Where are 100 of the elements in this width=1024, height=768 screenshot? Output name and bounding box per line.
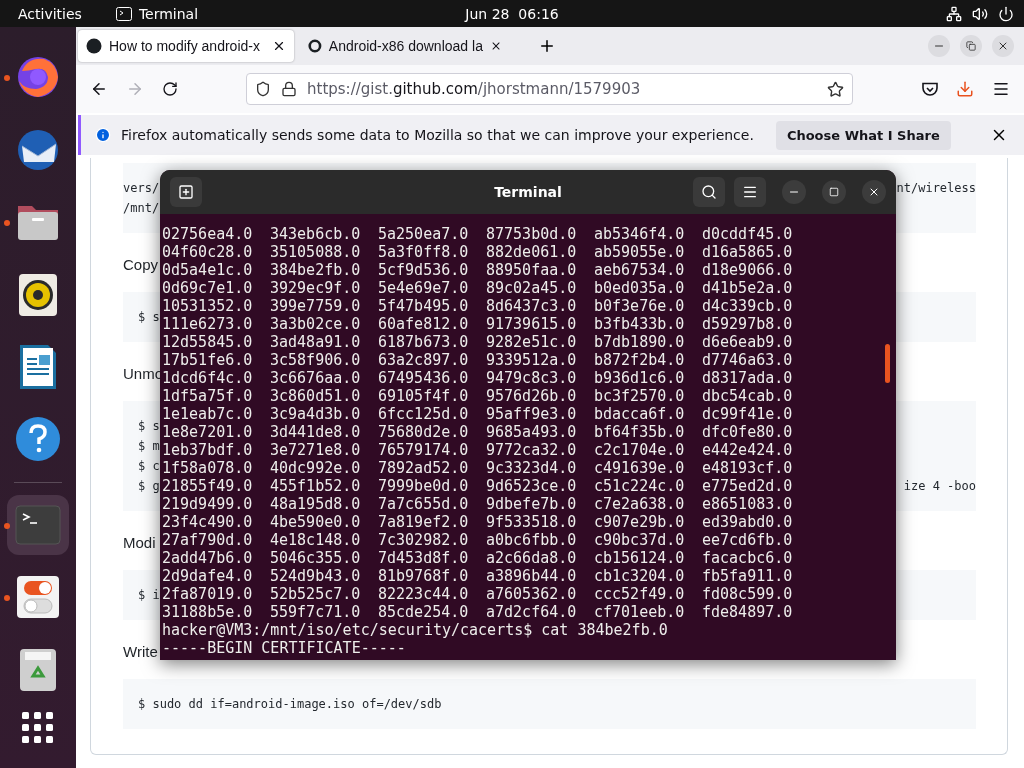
file-name: c907e29b.0 — [594, 513, 686, 531]
file-name: 69105f4f.0 — [378, 387, 470, 405]
network-icon[interactable] — [946, 5, 962, 22]
file-name: a2c66da8.0 — [486, 549, 578, 567]
file-name: 3c6676aa.0 — [270, 369, 362, 387]
file-name: ab5346f4.0 — [594, 225, 686, 243]
file-name: 9282e51c.0 — [486, 333, 578, 351]
file-name: cf701eeb.0 — [594, 603, 686, 621]
reload-icon[interactable] — [162, 81, 178, 97]
code-text: $ sudo dd if=android-image.iso of=/dev/sdb — [138, 696, 442, 713]
file-name: c491639e.0 — [594, 459, 686, 477]
minimize-button[interactable] — [928, 35, 950, 57]
close-icon[interactable] — [272, 39, 286, 53]
file-name: 81b9768f.0 — [378, 567, 470, 585]
file-name: 2add47b6.0 — [162, 549, 254, 567]
file-name: 1e8e7201.0 — [162, 423, 254, 441]
file-name: cb1c3204.0 — [594, 567, 686, 585]
code-text: $ m — [138, 438, 160, 455]
code-text: $ g — [138, 478, 160, 495]
lock-icon[interactable] — [281, 81, 297, 97]
volume-icon[interactable] — [972, 5, 988, 22]
plus-icon — [178, 184, 194, 200]
file-name: 63a2c897.0 — [378, 351, 470, 369]
file-name: 9dbefe7b.0 — [486, 495, 578, 513]
file-name: b7db1890.0 — [594, 333, 686, 351]
file-name: d18e9066.0 — [702, 261, 794, 279]
maximize-button[interactable] — [822, 180, 846, 204]
file-name: e8651083.0 — [702, 495, 794, 513]
pocket-icon[interactable] — [922, 81, 938, 97]
file-name: 3ad48a91.0 — [270, 333, 362, 351]
file-name: 35105088.0 — [270, 243, 362, 261]
app-grid-icon[interactable] — [22, 712, 54, 745]
command-line: hacker@VM3:/mnt/iso/etc/security/cacerts$ cat 384be2fb.0 — [162, 621, 668, 639]
close-icon — [997, 40, 1009, 52]
menu-icon[interactable] — [992, 80, 1010, 98]
app-menu[interactable]: Terminal — [138, 5, 199, 22]
restore-button[interactable] — [960, 35, 982, 57]
file-name: e48193cf.0 — [702, 459, 794, 477]
file-name: 9d6523ce.0 — [486, 477, 578, 495]
search-button[interactable] — [693, 177, 725, 207]
file-name: 111e6273.0 — [162, 315, 254, 333]
clock[interactable]: Jun 28 06:16 — [465, 5, 559, 22]
browser-tab[interactable]: Android-x86 download la — [300, 30, 510, 62]
back-icon[interactable] — [90, 80, 108, 98]
address-field[interactable]: https://gist.github.com/jhorstmann/1579903 — [246, 73, 853, 105]
code-text: vers/ — [123, 180, 160, 197]
file-name: 9339512a.0 — [486, 351, 578, 369]
menu-button[interactable] — [734, 177, 766, 207]
file-name: 9685a493.0 — [486, 423, 578, 441]
toggles-icon — [16, 575, 60, 620]
file-name: 0d69c7e1.0 — [162, 279, 254, 297]
close-button[interactable] — [862, 180, 886, 204]
file-name: dfc0fe80.0 — [702, 423, 794, 441]
file-name: dc99f41e.0 — [702, 405, 794, 423]
file-name: 3a3b02ce.0 — [270, 315, 362, 333]
file-name: a7605362.0 — [486, 585, 578, 603]
terminal-icon — [115, 6, 132, 21]
file-name: 17b51fe6.0 — [162, 351, 254, 369]
search-icon — [701, 184, 717, 200]
file-name: 9c3323d4.0 — [486, 459, 578, 477]
file-name: 12d55845.0 — [162, 333, 254, 351]
file-name: d0cddf45.0 — [702, 225, 794, 243]
file-name: 52b525c7.0 — [270, 585, 362, 603]
file-name: c7e2a638.0 — [594, 495, 686, 513]
new-tab-icon[interactable] — [538, 37, 556, 55]
document-icon — [19, 344, 57, 391]
file-name: 3929ec9f.0 — [270, 279, 362, 297]
scrollbar-thumb[interactable] — [885, 344, 890, 383]
section-heading: Write — [123, 642, 158, 662]
file-name: 91739615.0 — [486, 315, 578, 333]
section-heading: Modi — [123, 533, 156, 553]
new-tab-button[interactable] — [170, 177, 202, 207]
file-name: b0ed035a.0 — [594, 279, 686, 297]
maximize-icon — [829, 187, 839, 197]
file-name: 75680d2e.0 — [378, 423, 470, 441]
file-name: ab59055e.0 — [594, 243, 686, 261]
file-name: 6fcc125d.0 — [378, 405, 470, 423]
close-button[interactable] — [992, 35, 1014, 57]
file-name: 48a195d8.0 — [270, 495, 362, 513]
choose-button[interactable]: Choose What I Share — [775, 120, 951, 150]
shield-icon[interactable] — [255, 81, 271, 97]
file-name: a7d2cf64.0 — [486, 603, 578, 621]
file-name: 9772ca32.0 — [486, 441, 578, 459]
download-icon[interactable] — [956, 80, 974, 98]
browser-tab[interactable]: How to modify android-x — [78, 30, 294, 62]
file-name: 95aff9e3.0 — [486, 405, 578, 423]
power-icon[interactable] — [998, 5, 1014, 22]
file-name: 219d9499.0 — [162, 495, 254, 513]
code-text: $ i — [138, 587, 160, 604]
minimize-button[interactable] — [782, 180, 806, 204]
file-name: aeb67534.0 — [594, 261, 686, 279]
file-name: 5046c355.0 — [270, 549, 362, 567]
star-icon[interactable] — [827, 80, 844, 98]
file-name: 1df5a75f.0 — [162, 387, 254, 405]
file-name: d8317ada.0 — [702, 369, 794, 387]
browser-icon — [16, 55, 60, 100]
site-icon — [86, 38, 102, 54]
activities-button[interactable]: Activities — [18, 5, 82, 22]
file-name: 1eb37bdf.0 — [162, 441, 254, 459]
file-name: 76579174.0 — [378, 441, 470, 459]
